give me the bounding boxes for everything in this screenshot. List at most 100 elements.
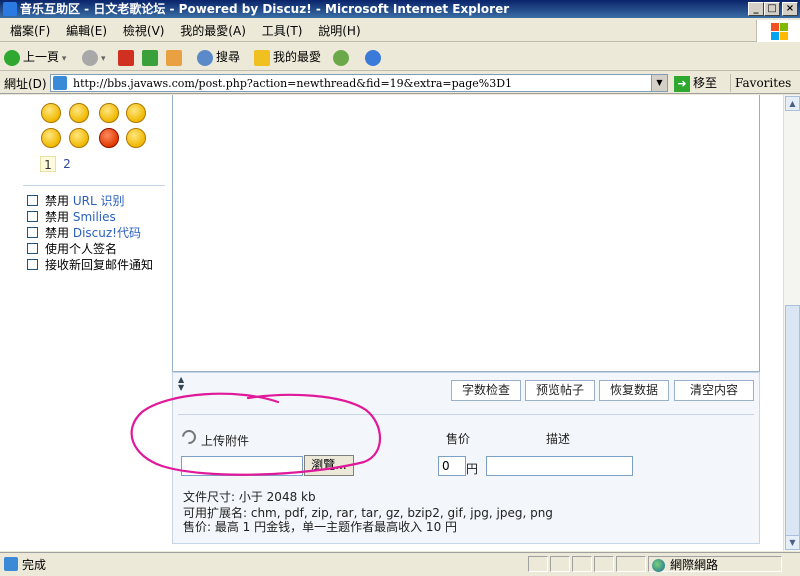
media-icon	[333, 49, 349, 66]
back-button[interactable]: 上一頁 ▾	[4, 47, 66, 67]
price-input[interactable]: 0	[438, 456, 466, 476]
favorites-links-label: Favorites	[735, 76, 792, 90]
option-label: URL 识别	[72, 194, 125, 208]
chevron-down-icon[interactable]: ▼	[651, 75, 667, 91]
minimize-button[interactable]: _	[748, 2, 764, 16]
favorites-links[interactable]: Favorites »	[730, 74, 800, 108]
home-button[interactable]	[166, 47, 185, 67]
smiley-icon[interactable]	[69, 103, 89, 123]
status-cell	[572, 556, 592, 572]
forward-arrow-icon	[82, 49, 98, 66]
option-prefix: 禁用	[45, 226, 73, 240]
menu-file[interactable]: 檔案(F)	[4, 20, 56, 42]
checkbox[interactable]	[27, 227, 38, 238]
standard-toolbar: 上一頁 ▾ ▾ 搜尋 我的最愛	[0, 43, 800, 71]
smiley-icon[interactable]	[99, 128, 119, 148]
scroll-up-icon[interactable]: ▲	[785, 96, 800, 111]
smiley-icon[interactable]	[126, 103, 146, 123]
smiley-page-2[interactable]: 2	[59, 156, 75, 172]
option-label: Smilies	[72, 210, 116, 224]
star-icon	[254, 49, 270, 66]
address-input[interactable]: http://bbs.javaws.com/post.php?action=ne…	[50, 74, 668, 92]
price-label: 售价	[446, 432, 471, 446]
page-icon	[53, 76, 67, 90]
menu-favorites[interactable]: 我的最愛(A)	[174, 20, 252, 42]
status-cell	[550, 556, 570, 572]
search-label: 搜尋	[216, 50, 241, 64]
go-button[interactable]: ➜ 移至	[674, 74, 717, 92]
maximize-button[interactable]: □	[764, 2, 780, 16]
status-bar: 完成 網際網路	[0, 552, 800, 576]
favorites-label: 我的最愛	[273, 50, 322, 64]
stop-icon	[118, 49, 134, 66]
restore-data-button[interactable]: 恢复数据	[599, 380, 669, 401]
checkbox[interactable]	[27, 243, 38, 254]
option-disable-smilies[interactable]: 禁用 Smilies	[27, 209, 116, 225]
favorites-button[interactable]: 我的最愛	[254, 47, 321, 67]
search-button[interactable]: 搜尋	[197, 47, 240, 67]
window-title-bar: 音乐互助区 - 日文老歌论坛 - Powered by Discuz! - Mi…	[0, 0, 800, 18]
scrollbar-thumb[interactable]	[785, 305, 800, 541]
divider	[23, 185, 165, 186]
address-label: 網址(D)	[4, 77, 47, 91]
option-email-notify[interactable]: 接收新回复邮件通知	[27, 257, 153, 273]
smiley-icon[interactable]	[126, 128, 146, 148]
checkbox[interactable]	[27, 211, 38, 222]
menu-tools[interactable]: 工具(T)	[256, 20, 309, 42]
back-arrow-icon	[4, 49, 20, 66]
vertical-scrollbar[interactable]: ▲ ▼	[783, 95, 800, 551]
stop-button[interactable]	[118, 47, 137, 67]
media-button[interactable]	[333, 47, 352, 67]
zone-label: 網際網路	[670, 558, 719, 572]
clear-content-button[interactable]: 清空内容	[674, 380, 754, 401]
ie-window-icon	[3, 2, 17, 16]
preview-button[interactable]: 预览帖子	[525, 380, 595, 401]
smiley-icon[interactable]	[99, 103, 119, 123]
internet-zone: 網際網路	[652, 556, 718, 573]
globe-icon	[365, 49, 381, 66]
window-title: 音乐互助区 - 日文老歌论坛 - Powered by Discuz! - Mi…	[20, 2, 510, 16]
menu-edit[interactable]: 編輯(E)	[60, 20, 113, 42]
close-button[interactable]: ×	[782, 2, 798, 16]
status-cell	[616, 556, 646, 572]
menu-help[interactable]: 說明(H)	[312, 20, 366, 42]
message-editor[interactable]	[172, 95, 760, 372]
address-url: http://bbs.javaws.com/post.php?action=ne…	[73, 77, 513, 90]
option-label: 接收新回复邮件通知	[45, 258, 154, 272]
option-prefix: 禁用	[45, 210, 73, 224]
description-input[interactable]	[486, 456, 633, 476]
checkbox[interactable]	[27, 195, 38, 206]
scroll-down-icon[interactable]: ▼	[785, 535, 800, 550]
option-use-signature[interactable]: 使用个人签名	[27, 241, 117, 257]
menu-bar: 檔案(F) 編輯(E) 檢視(V) 我的最愛(A) 工具(T) 說明(H)	[0, 20, 800, 42]
status-text: 完成	[22, 558, 47, 572]
checkbox[interactable]	[27, 259, 38, 270]
address-bar: 網址(D) http://bbs.javaws.com/post.php?act…	[0, 72, 800, 108]
ie-button[interactable]	[365, 47, 384, 67]
go-label: 移至	[693, 76, 718, 90]
option-label: 使用个人签名	[45, 242, 118, 256]
description-label: 描述	[546, 432, 571, 446]
smiley-icon[interactable]	[41, 103, 61, 123]
home-icon	[166, 49, 182, 66]
back-label: 上一頁	[23, 50, 60, 64]
search-icon	[197, 49, 213, 66]
smiley-page-1[interactable]: 1	[40, 156, 56, 172]
menu-view[interactable]: 檢視(V)	[117, 20, 171, 42]
forward-button[interactable]: ▾	[82, 47, 106, 67]
option-disable-url[interactable]: 禁用 URL 识别	[27, 193, 124, 209]
option-label: Discuz!代码	[72, 226, 141, 240]
go-arrow-icon: ➜	[674, 75, 690, 92]
globe-icon	[652, 559, 665, 572]
status-cell	[528, 556, 548, 572]
option-disable-discuz-code[interactable]: 禁用 Discuz!代码	[27, 225, 141, 241]
page-done-icon	[4, 557, 18, 571]
windows-logo-icon	[756, 20, 800, 42]
word-count-button[interactable]: 字数检查	[451, 380, 521, 401]
smiley-icon[interactable]	[69, 128, 89, 148]
refresh-icon	[142, 49, 158, 66]
price-info: 售价: 最高 1 円金钱，单一主题作者最高收入 10 円	[183, 520, 458, 534]
price-unit: 円	[466, 462, 479, 476]
refresh-button[interactable]	[142, 47, 161, 67]
smiley-icon[interactable]	[41, 128, 61, 148]
